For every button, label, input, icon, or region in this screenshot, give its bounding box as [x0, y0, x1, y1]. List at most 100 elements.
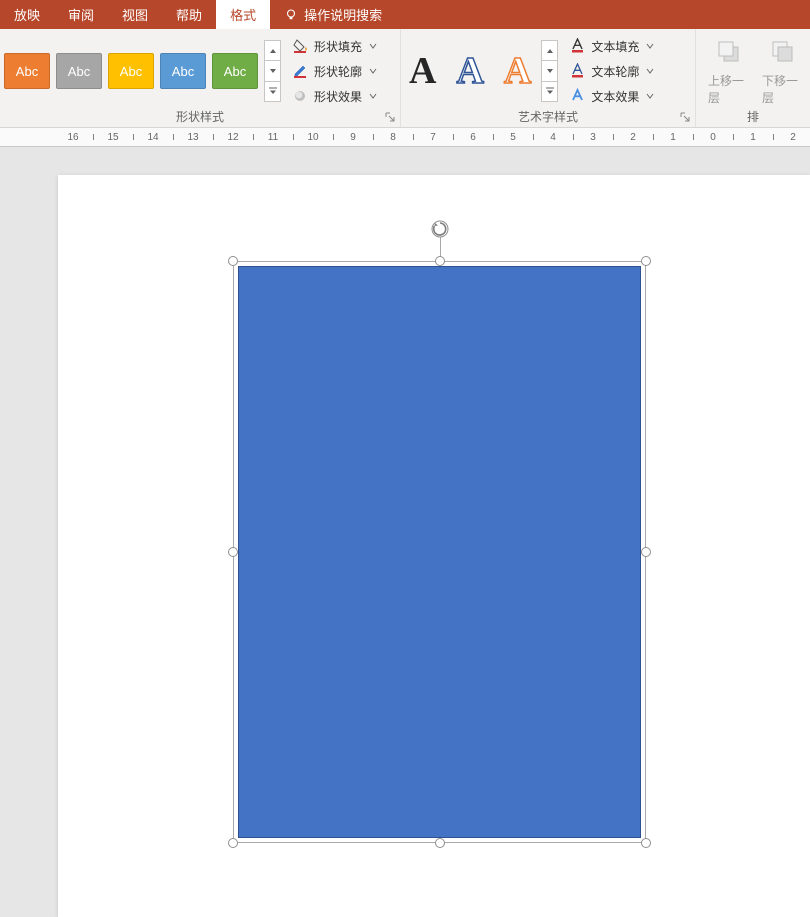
gallery-more-button[interactable] — [264, 81, 281, 102]
ruler-tick — [533, 134, 534, 140]
tabs-row: 放映 审阅 视图 帮助 格式 操作说明搜索 — [0, 0, 810, 29]
wordart-prev-button[interactable] — [541, 40, 558, 61]
tab-tellme[interactable]: 操作说明搜索 — [270, 0, 396, 29]
ruler-tick — [773, 134, 774, 140]
ruler-tick — [693, 134, 694, 140]
ruler-tick — [133, 134, 134, 140]
shape-style-swatch-3[interactable]: Abc — [108, 53, 154, 89]
ruler-label: 7 — [430, 132, 436, 143]
ruler-tick — [493, 134, 494, 140]
horizontal-ruler: 16151413121110987654321012 — [0, 128, 810, 147]
shape-styles-dialog-launcher[interactable] — [384, 111, 396, 123]
tab-view[interactable]: 视图 — [108, 0, 162, 29]
gallery-spinner[interactable] — [264, 40, 281, 102]
send-backward-label: 下移一层 — [762, 72, 804, 106]
shape-styles-group-label: 形状样式 — [176, 110, 224, 124]
pen-icon — [293, 63, 309, 79]
arrange-group-label: 排 — [747, 110, 759, 124]
handle-se[interactable] — [641, 838, 651, 848]
wordart-dialog-launcher[interactable] — [679, 111, 691, 123]
wordart-swatch-1[interactable]: A — [409, 52, 436, 90]
text-outline-button[interactable]: 文本轮廓 — [566, 61, 658, 82]
ruler-tick — [213, 134, 214, 140]
ruler-tick — [653, 134, 654, 140]
ruler-tick — [573, 134, 574, 140]
ruler-label: 2 — [630, 132, 636, 143]
wordart-next-button[interactable] — [541, 60, 558, 81]
handle-w[interactable] — [228, 547, 238, 557]
wordart-group-label: 艺术字样式 — [518, 110, 578, 124]
tab-slideshow[interactable]: 放映 — [0, 0, 54, 29]
ruler-label: 9 — [350, 132, 356, 143]
shape-fill-button[interactable]: 形状填充 — [289, 36, 381, 57]
shape-outline-button[interactable]: 形状轮廓 — [289, 61, 381, 82]
ruler-tick — [333, 134, 334, 140]
wordart-more-button[interactable] — [541, 81, 558, 102]
bring-forward-button[interactable]: 上移一层 — [706, 34, 752, 108]
ruler-label: 15 — [107, 132, 118, 143]
shape-rectangle[interactable] — [238, 266, 641, 838]
text-effects-button[interactable]: 文本效果 — [566, 86, 658, 107]
text-format-dropdowns: 文本填充 文本轮廓 — [558, 36, 658, 107]
ruler-tick — [613, 134, 614, 140]
handle-e[interactable] — [641, 547, 651, 557]
handle-n[interactable] — [435, 256, 445, 266]
ruler-tick — [253, 134, 254, 140]
tab-review[interactable]: 审阅 — [54, 0, 108, 29]
gallery-prev-button[interactable] — [264, 40, 281, 61]
lightbulb-icon — [284, 8, 298, 22]
ruler-tick — [293, 134, 294, 140]
tab-format[interactable]: 格式 — [216, 0, 270, 29]
handle-sw[interactable] — [228, 838, 238, 848]
tab-help[interactable]: 帮助 — [162, 0, 216, 29]
wordart-swatch-3[interactable]: A — [504, 52, 531, 90]
ruler-tick — [733, 134, 734, 140]
text-outline-icon — [570, 63, 586, 79]
send-backward-button[interactable]: 下移一层 — [760, 34, 806, 108]
rotation-handle[interactable] — [430, 219, 450, 239]
text-effects-icon — [570, 88, 586, 104]
shape-fill-label: 形状填充 — [314, 38, 362, 55]
bring-forward-label: 上移一层 — [708, 72, 750, 106]
ruler-label: 4 — [550, 132, 556, 143]
wordart-swatch-2[interactable]: A — [456, 52, 483, 90]
shape-format-dropdowns: 形状填充 形状轮廓 — [281, 36, 381, 107]
ruler-tick — [453, 134, 454, 140]
wordart-gallery[interactable]: A A A — [409, 52, 531, 90]
group-arrange: 上移一层 下移一层 排 — [696, 29, 810, 127]
wordart-body: A A A — [401, 29, 695, 109]
caret-down-icon — [646, 67, 654, 75]
ruler-label: 3 — [590, 132, 596, 143]
shape-effects-button[interactable]: 形状效果 — [289, 86, 381, 107]
text-fill-icon — [570, 38, 586, 54]
ruler-label: 12 — [227, 132, 238, 143]
arrange-body: 上移一层 下移一层 — [696, 29, 810, 109]
handle-s[interactable] — [435, 838, 445, 848]
wordart-gallery-spinner[interactable] — [541, 40, 558, 102]
shape-styles-body: Abc Abc Abc Abc Abc — [0, 29, 400, 109]
effects-icon — [293, 88, 309, 104]
handle-ne[interactable] — [641, 256, 651, 266]
selected-shape[interactable] — [233, 261, 646, 843]
shape-style-gallery[interactable]: Abc Abc Abc Abc Abc — [4, 53, 258, 89]
ruler-label: 5 — [510, 132, 516, 143]
ruler-label: 10 — [307, 132, 318, 143]
ruler-label: 1 — [670, 132, 676, 143]
handle-nw[interactable] — [228, 256, 238, 266]
ruler-label: 2 — [790, 132, 796, 143]
shape-style-swatch-4[interactable]: Abc — [160, 53, 206, 89]
gallery-next-button[interactable] — [264, 60, 281, 81]
text-fill-button[interactable]: 文本填充 — [566, 36, 658, 57]
shape-outline-label: 形状轮廓 — [314, 63, 362, 80]
ruler-tick — [373, 134, 374, 140]
caret-down-icon — [369, 67, 377, 75]
shape-style-swatch-5[interactable]: Abc — [212, 53, 258, 89]
shape-style-swatch-1[interactable]: Abc — [4, 53, 50, 89]
ruler-label: 14 — [147, 132, 158, 143]
caret-down-icon — [646, 42, 654, 50]
shape-style-swatch-2[interactable]: Abc — [56, 53, 102, 89]
caret-down-icon — [369, 42, 377, 50]
caret-down-icon — [646, 92, 654, 100]
group-wordart-styles: A A A — [401, 29, 696, 127]
ruler-label: 11 — [268, 132, 278, 143]
